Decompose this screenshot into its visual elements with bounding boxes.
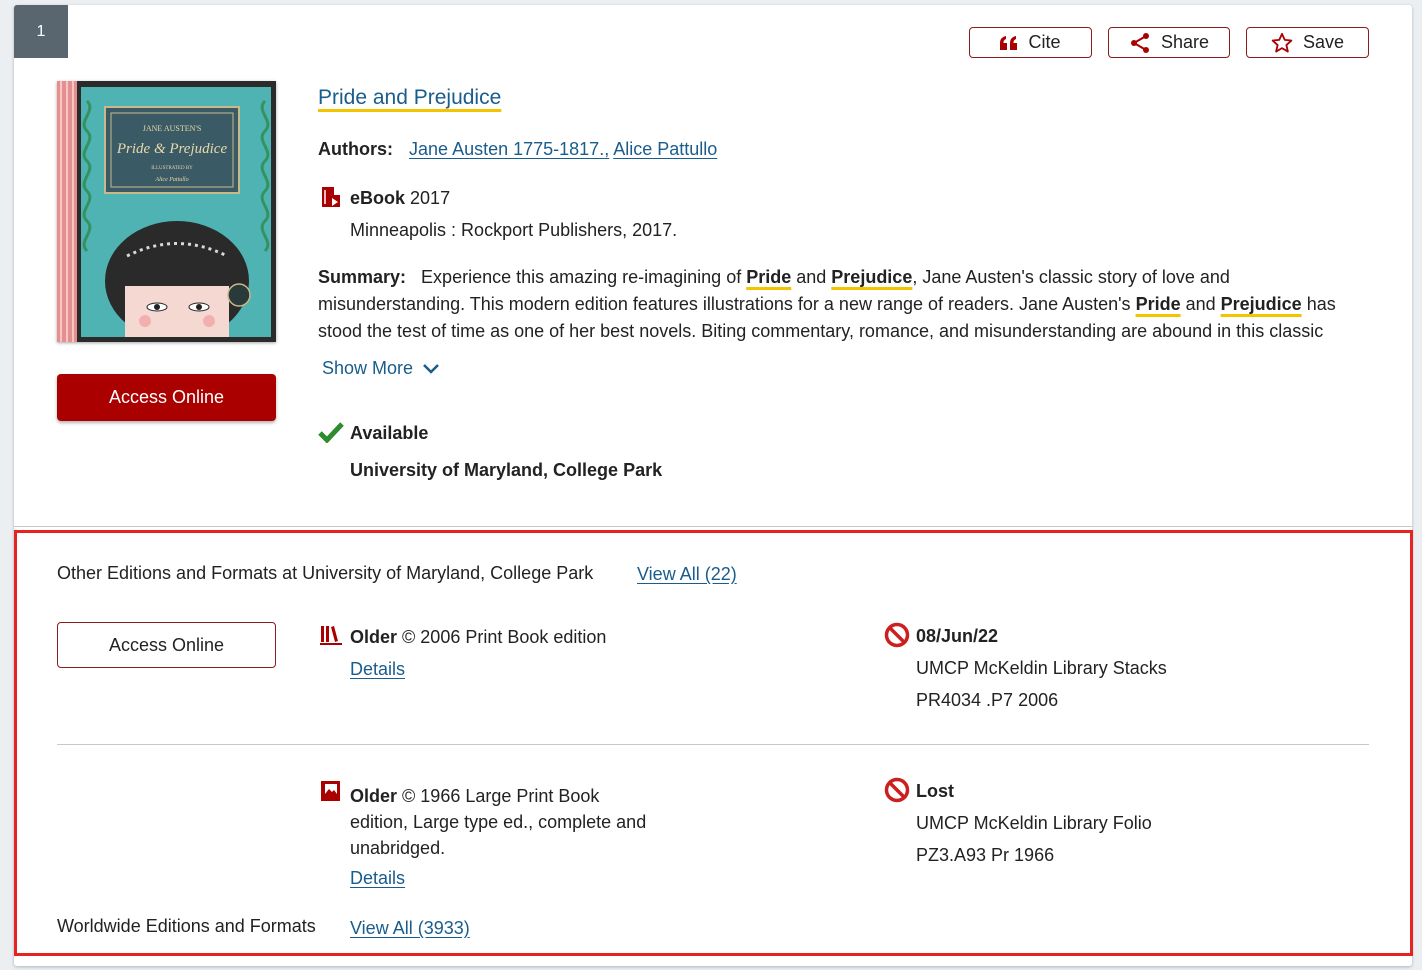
show-more-label: Show More — [322, 358, 414, 378]
worldwide-view-all-link[interactable]: View All (3933) — [350, 918, 470, 939]
format-row: eBook 2017 — [350, 188, 450, 209]
edition-row-divider — [57, 744, 1369, 745]
summary-text: Summary: Experience this amazing re-imag… — [318, 264, 1358, 345]
large-print-book-icon — [320, 780, 342, 807]
edition-details-link[interactable]: Details — [350, 659, 405, 680]
edition-description-line2: edition, Large type ed., complete and — [350, 812, 647, 832]
edition-access-online-button[interactable]: Access Online — [57, 622, 276, 668]
edition-call-number: PR4034 .P7 2006 — [916, 690, 1059, 710]
result-index-badge: 1 — [14, 5, 68, 58]
edition-details-link[interactable]: Details — [350, 868, 405, 889]
format-year: 2017 — [410, 188, 451, 208]
summary-highlight: Pride — [746, 267, 792, 287]
edition-location: UMCP McKeldin Library Stacks — [916, 658, 1167, 678]
edition-description-line1: © 1966 Large Print Book — [402, 786, 600, 806]
format-label: eBook — [350, 188, 406, 208]
edition-description: Older © 2006 Print Book edition — [350, 627, 606, 648]
summary-highlight: Prejudice — [831, 267, 913, 287]
ebook-icon — [321, 186, 341, 213]
result-title-link[interactable]: Pride and Prejudice — [318, 86, 501, 110]
edition-age: Older — [350, 786, 398, 806]
section-divider — [14, 526, 1412, 527]
summary-part: and — [791, 267, 832, 287]
save-label: Save — [1302, 32, 1345, 52]
summary-part: Experience this amazing re-imagining of — [421, 267, 747, 287]
author-separator: , — [604, 139, 610, 159]
availability-status: Available — [350, 423, 429, 443]
other-editions-view-all-link[interactable]: View All (22) — [637, 564, 737, 585]
cover-artist-text: Alice Pattullo — [154, 177, 188, 183]
print-book-icon — [320, 625, 342, 650]
summary-highlight: Prejudice — [1220, 294, 1302, 314]
cover-title-text: Pride & Prejudice — [116, 141, 228, 157]
publisher-text: Minneapolis : Rockport Publishers, 2017. — [350, 220, 678, 240]
edition-status: Lost — [916, 781, 954, 801]
worldwide-editions-heading: Worldwide Editions and Formats — [57, 916, 316, 936]
access-online-button[interactable]: Access Online — [57, 374, 276, 421]
summary-part: and — [1180, 294, 1221, 314]
quote-icon — [1000, 35, 1018, 50]
summary-highlight: Pride — [1135, 294, 1181, 314]
share-icon — [1129, 32, 1151, 54]
author-link-austen[interactable]: Jane Austen 1775-1817. — [409, 139, 604, 159]
library-name: University of Maryland, College Park — [350, 460, 663, 480]
edition-location: UMCP McKeldin Library Folio — [916, 813, 1152, 833]
other-editions-heading: Other Editions and Formats at University… — [57, 563, 594, 583]
checkmark-icon — [318, 421, 344, 448]
chevron-down-icon — [423, 358, 439, 379]
authors-label: Authors: — [318, 139, 393, 159]
cite-label: Cite — [1028, 32, 1061, 52]
edition-age: Older — [350, 627, 398, 647]
cover-top-text: JANE AUSTEN'S — [143, 124, 202, 133]
book-cover-image[interactable]: JANE AUSTEN'S Pride & Prejudice ILLUSTRA… — [57, 81, 276, 342]
save-button[interactable]: Save — [1246, 27, 1369, 58]
share-button[interactable]: Share — [1108, 27, 1230, 58]
unavailable-icon — [884, 622, 910, 653]
unavailable-icon — [884, 777, 910, 808]
summary-label: Summary: — [318, 267, 407, 287]
edition-description-text: © 2006 Print Book edition — [402, 627, 607, 647]
edition-status: 08/Jun/22 — [916, 626, 999, 646]
cite-button[interactable]: Cite — [969, 27, 1092, 58]
share-label: Share — [1160, 32, 1210, 52]
author-link-pattullo[interactable]: Alice Pattullo — [613, 139, 717, 159]
authors-row: Authors: Jane Austen 1775-1817., Alice P… — [318, 139, 717, 160]
star-icon — [1271, 32, 1293, 54]
cover-sub-text: ILLUSTRATED BY — [151, 166, 193, 171]
show-more-toggle[interactable]: Show More — [322, 358, 439, 379]
edition-description: Older © 1966 Large Print Book edition, L… — [350, 783, 670, 861]
edition-call-number: PZ3.A93 Pr 1966 — [916, 845, 1055, 865]
edition-description-line3: unabridged. — [350, 838, 446, 858]
other-editions-highlight-box — [14, 530, 1413, 956]
